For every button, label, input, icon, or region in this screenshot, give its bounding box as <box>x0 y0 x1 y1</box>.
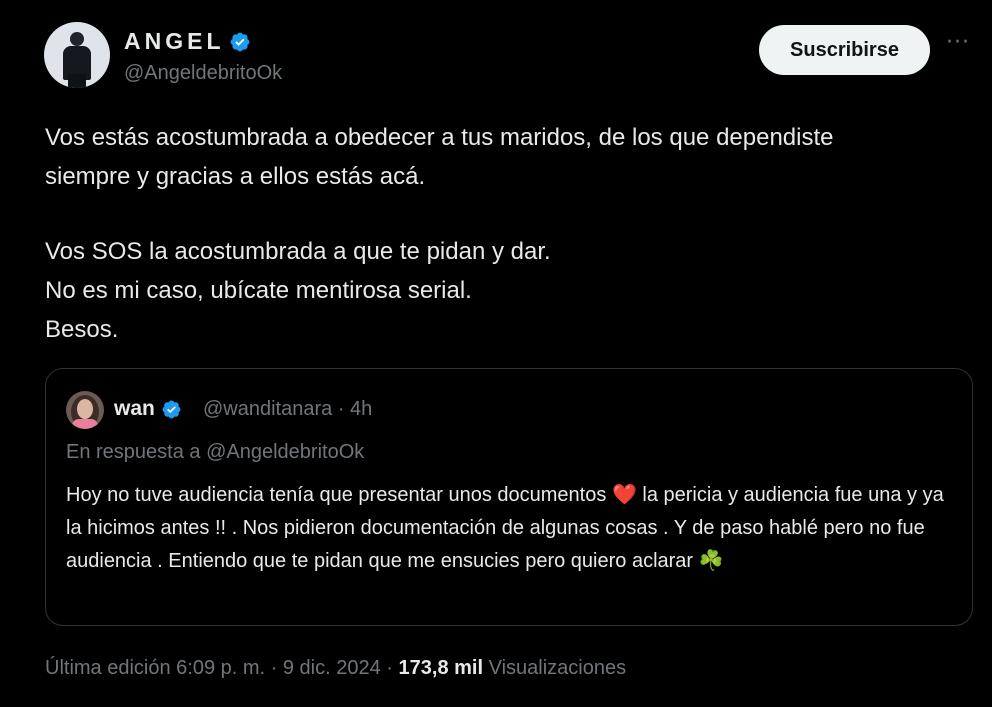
quoted-handle-time[interactable]: @wanditanara · 4h <box>203 398 372 421</box>
tweet-line: Besos. <box>45 316 119 343</box>
avatar-figure-legs <box>68 74 86 88</box>
tweet-line: No es mi caso, ubícate mentirosa serial. <box>45 277 472 304</box>
quoted-tweet-card[interactable]: wan @wanditanara · 4h En respuesta a @An… <box>45 368 973 626</box>
avatar-shirt <box>72 419 98 429</box>
reply-context: En respuesta a @AngeldebritoOk <box>66 441 365 463</box>
tweet-line: Vos SOS la acostumbrada a que te pidan y… <box>45 238 551 265</box>
avatar-face <box>77 399 93 419</box>
verified-badge-icon <box>162 400 181 418</box>
author-handle[interactable]: @AngeldebritoOk <box>124 62 282 85</box>
more-options-icon[interactable]: ··· <box>943 32 973 58</box>
avatar-figure-head <box>70 32 84 46</box>
tweet-text: Vos estás acostumbrada a obedecer a tus … <box>45 118 965 349</box>
author-name-row[interactable]: ANGEL <box>124 28 251 55</box>
subscribe-button[interactable]: Suscribirse <box>759 25 930 75</box>
quoted-author-name[interactable]: wan <box>114 397 155 421</box>
clover-emoji-icon: ☘️ <box>698 550 724 572</box>
edited-timestamp[interactable]: Última edición 6:09 p. m. · 9 dic. 2024 … <box>45 657 393 679</box>
author-avatar[interactable] <box>44 22 110 88</box>
views-count: 173,8 mil <box>398 657 484 679</box>
heart-emoji-icon: ❤️ <box>611 484 637 506</box>
views-label: Visualizaciones <box>488 657 627 679</box>
quoted-text-part: Hoy no tuve audiencia tenía que presenta… <box>66 484 607 506</box>
author-name[interactable]: ANGEL <box>124 28 225 55</box>
quoted-author-name-row[interactable]: wan <box>114 397 182 421</box>
tweet-line: Vos estás acostumbrada a obedecer a tus … <box>45 124 834 151</box>
tweet-footer: Última edición 6:09 p. m. · 9 dic. 2024 … <box>45 657 626 680</box>
quoted-tweet-text: Hoy no tuve audiencia tenía que presenta… <box>66 479 956 578</box>
verified-badge-icon <box>230 32 249 51</box>
tweet-line: siempre y gracias a ellos estás acá. <box>45 163 426 190</box>
quoted-author-avatar[interactable] <box>66 391 104 429</box>
